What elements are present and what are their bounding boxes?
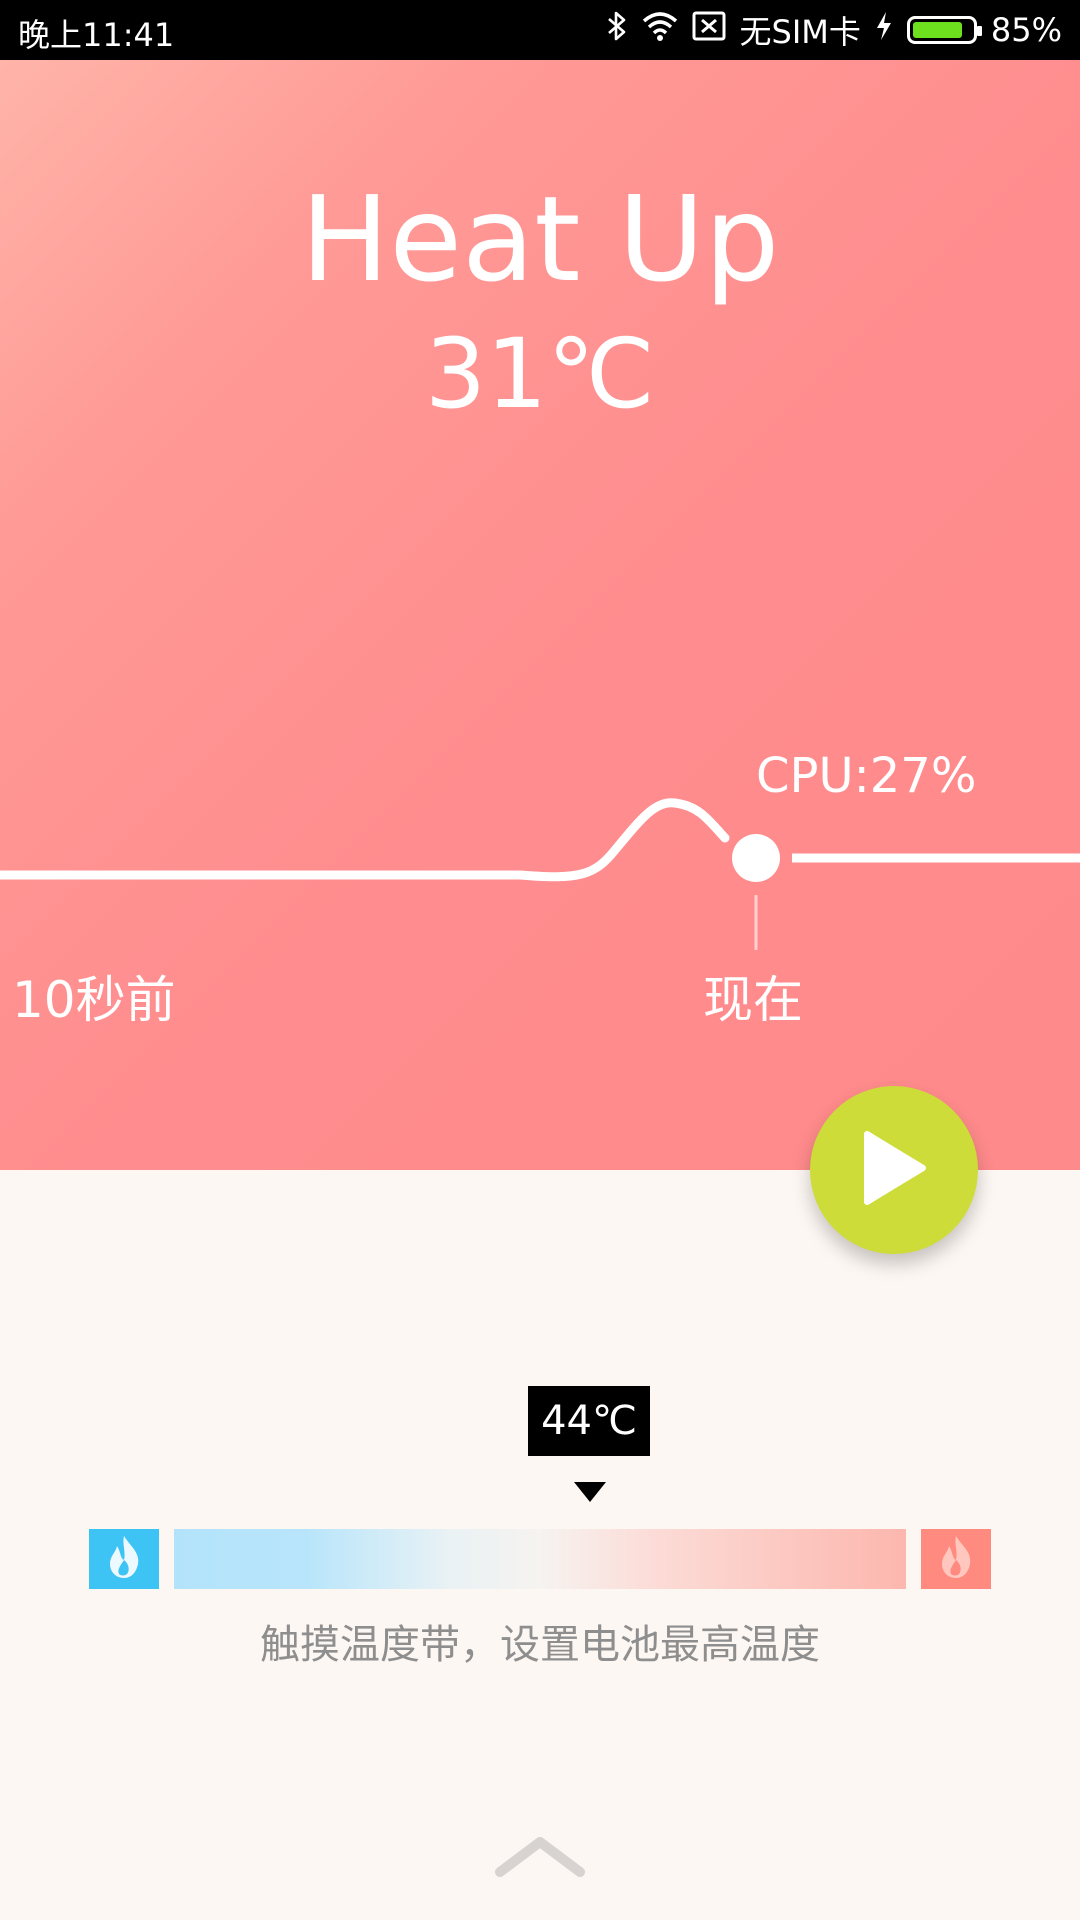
temperature-hero: Heat Up 31℃ CPU:27% 10秒前 现在 — [0, 60, 1080, 1170]
temperature-curve-line — [0, 798, 730, 882]
flame-icon — [104, 1534, 144, 1584]
play-button[interactable] — [810, 1086, 978, 1254]
hot-end-button[interactable] — [921, 1529, 991, 1589]
play-icon — [859, 1128, 929, 1212]
no-sim-icon — [692, 11, 726, 49]
cold-end-button[interactable] — [89, 1529, 159, 1589]
cpu-usage-label: CPU:27% — [756, 748, 977, 804]
wifi-icon — [642, 11, 678, 49]
status-time: 晚上11:41 — [18, 16, 175, 54]
battery-percent: 85% — [990, 11, 1062, 49]
temperature-band[interactable] — [174, 1529, 906, 1589]
now-marker-dot — [732, 834, 780, 882]
band-pointer-icon — [574, 1482, 606, 1502]
bluetooth-icon — [606, 10, 628, 50]
battery-icon — [906, 16, 982, 44]
selected-temp-tooltip: 44℃ — [528, 1386, 650, 1456]
flame-icon — [936, 1534, 976, 1584]
chevron-up-icon[interactable] — [492, 1832, 588, 1886]
time-now-label: 现在 — [703, 971, 803, 1029]
time-start-label: 10秒前 — [12, 971, 176, 1029]
carrier-label: 无SIM卡 — [739, 13, 861, 51]
charging-icon — [875, 11, 893, 49]
status-bar: 晚上11:41 无SIM卡 85% — [0, 0, 1080, 60]
band-hint-text: 触摸温度带，设置电池最高温度 — [260, 1622, 820, 1668]
battery-fill — [912, 22, 963, 38]
status-icons: 无SIM卡 85% — [606, 8, 1062, 52]
